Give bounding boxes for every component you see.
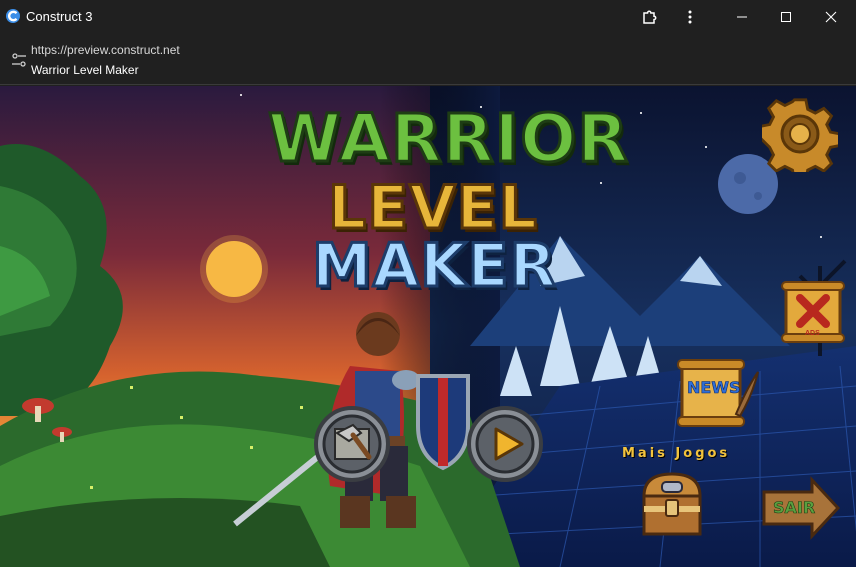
gear-icon xyxy=(758,98,842,182)
news-button[interactable]: NEWS xyxy=(676,356,760,430)
window-titlebar: Construct 3 xyxy=(0,0,856,34)
exit-button[interactable]: SAIR xyxy=(760,476,841,540)
ads-label: ADS xyxy=(805,330,820,337)
logo-level: LEVEL xyxy=(327,173,539,243)
remove-ads-button[interactable]: ADS xyxy=(780,280,846,348)
page-title: Warrior Level Maker xyxy=(31,63,139,77)
treasure-chest-icon xyxy=(642,472,702,536)
maximize-button[interactable] xyxy=(763,0,809,34)
address-bar: https://preview.construct.net Warrior Le… xyxy=(0,34,856,85)
logo-warrior: WARRIOR xyxy=(266,100,630,177)
maximize-icon xyxy=(781,12,791,22)
game-canvas[interactable]: WARRIOR LEVEL MAKER ADS NEWS Mais Jogos … xyxy=(0,86,856,567)
puzzle-icon xyxy=(643,10,657,24)
construct-logo-icon xyxy=(6,9,20,23)
close-button[interactable] xyxy=(808,0,854,34)
more-options-button[interactable] xyxy=(667,0,713,34)
window-title: Construct 3 xyxy=(26,9,93,24)
level-editor-button[interactable] xyxy=(313,405,391,483)
news-label: NEWS xyxy=(687,378,741,398)
scroll-x-icon xyxy=(781,281,845,343)
minimize-icon xyxy=(737,16,747,18)
play-button[interactable] xyxy=(466,405,544,483)
site-settings-icon[interactable] xyxy=(11,52,27,68)
address-url[interactable]: https://preview.construct.net xyxy=(31,43,180,57)
exit-label: SAIR xyxy=(773,498,816,518)
logo-maker: MAKER xyxy=(311,231,558,301)
more-vertical-icon xyxy=(688,10,692,24)
more-games-label: Mais Jogos xyxy=(622,446,731,461)
minimize-button[interactable] xyxy=(719,0,765,34)
settings-button[interactable] xyxy=(758,96,842,182)
more-games-button[interactable] xyxy=(640,470,704,540)
play-icon xyxy=(467,406,543,482)
hammer-icon xyxy=(314,406,390,482)
close-icon xyxy=(825,11,837,23)
